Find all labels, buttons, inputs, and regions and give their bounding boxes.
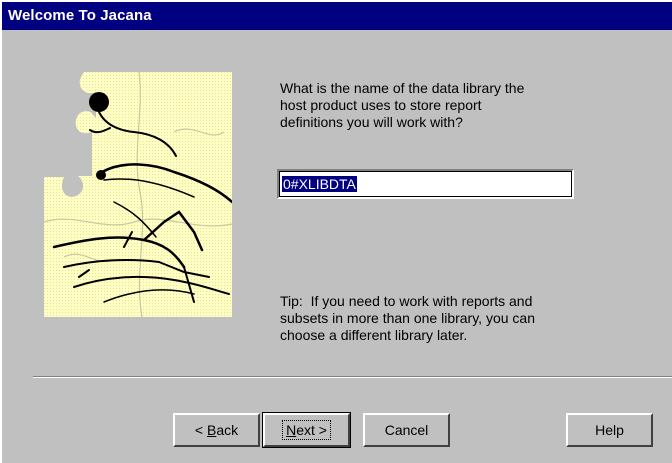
- library-question: What is the name of the data library the…: [280, 80, 600, 131]
- question-line: definitions you will work with?: [280, 114, 463, 130]
- library-name-input[interactable]: 0#XLIBDTA: [277, 169, 574, 199]
- tip-line: choose a different library later.: [280, 327, 468, 343]
- tip-text: Tip: If you need to work with reports an…: [280, 293, 600, 344]
- help-button-label: Help: [595, 422, 624, 438]
- tip-line: subsets in more than one library, you ca…: [280, 310, 535, 326]
- cancel-button[interactable]: Cancel: [363, 413, 450, 447]
- back-button-label: < Back: [194, 422, 239, 438]
- next-button-label: Next >: [282, 420, 331, 440]
- cancel-button-label: Cancel: [384, 422, 429, 438]
- separator-line: [33, 376, 672, 378]
- back-button[interactable]: < Back: [173, 413, 260, 447]
- title-bar[interactable]: Welcome To Jacana: [0, 0, 672, 30]
- library-name-value: 0#XLIBDTA: [282, 176, 357, 192]
- window-title: Welcome To Jacana: [8, 7, 152, 24]
- wizard-illustration: [44, 72, 232, 317]
- puzzle-piece-shape: [44, 72, 232, 317]
- window-border: [0, 30, 2, 463]
- next-button[interactable]: Next >: [262, 412, 351, 448]
- help-button[interactable]: Help: [566, 413, 653, 447]
- question-line: What is the name of the data library the: [280, 80, 525, 96]
- tip-line: Tip: If you need to work with reports an…: [280, 293, 533, 309]
- question-line: host product uses to store report: [280, 97, 482, 113]
